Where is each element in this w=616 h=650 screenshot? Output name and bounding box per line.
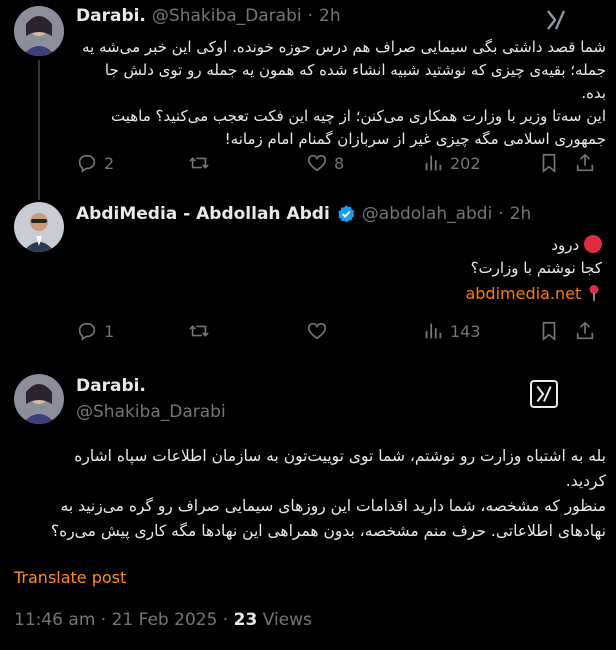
repost-icon [189,157,209,169]
repost-icon [189,325,209,337]
tweet-text: بله به اشتباه وزارت رو نوشتم، شما توی تو… [50,447,606,540]
tweet-2[interactable]: AbdiMedia - Abdollah Abdi @abdolah_abdi … [0,190,616,360]
bookmark-icon [542,153,556,174]
view-count: 202 [450,153,481,173]
tweet-text: شما قصد داشتی بگی سیمایی صراف هم درس حوز… [82,38,606,148]
avatar[interactable] [14,374,64,424]
avatar-image [14,6,64,56]
user-handle[interactable]: @abdolah_abdi [362,204,493,224]
handle-row: @Shakiba_Darabi [76,402,226,422]
post-meta: 11:46 am · 21 Feb 2025 · 23 Views [14,610,312,630]
grok-icon[interactable] [544,8,568,32]
round-pushpin-emoji [586,284,602,309]
timestamp[interactable]: 2h [510,204,532,224]
share-button[interactable] [574,320,596,342]
like-button[interactable] [306,320,328,342]
views-icon [425,323,442,339]
user-handle[interactable]: @Shakiba_Darabi [152,6,302,26]
timestamp[interactable]: 2h [319,6,341,26]
display-name-row: Darabi. [76,376,146,396]
display-name[interactable]: Darabi. [76,376,146,396]
share-icon [576,321,594,340]
views-button[interactable]: 143 [422,320,481,342]
tweet-1[interactable]: Darabi. @Shakiba_Darabi · 2h شما قصد داش… [0,0,616,200]
heart-icon [307,322,327,340]
reply-button[interactable]: 1 [76,320,114,342]
reply-count: 2 [104,153,115,173]
avatar[interactable] [14,202,64,252]
thread-connector [38,60,40,200]
reply-count: 1 [104,321,115,341]
heart-icon [307,154,327,172]
display-name[interactable]: AbdiMedia - Abdollah Abdi [76,204,330,224]
bookmark-button[interactable] [538,152,560,174]
views-label: Views [257,610,312,630]
avatar-image [14,374,64,424]
share-icon [576,153,594,172]
action-bar: 2 8 202 [76,152,596,176]
reply-button[interactable]: 2 [76,152,114,174]
like-button[interactable]: 8 [306,152,344,174]
repost-button[interactable] [188,152,210,174]
display-name[interactable]: Darabi. [76,6,146,26]
views-button[interactable]: 202 [422,152,481,174]
like-count: 8 [334,153,345,173]
reply-icon [78,154,96,173]
tweet-3-main: Darabi. @Shakiba_Darabi بله به اشتباه وز… [0,360,616,650]
external-link[interactable]: abdimedia.net [465,284,581,303]
view-count: 143 [450,321,481,341]
tweet-header: Darabi. @Shakiba_Darabi · 2h [76,6,341,26]
share-button[interactable] [574,152,596,174]
bookmark-icon [542,321,556,342]
views-icon [425,155,442,171]
action-bar: 1 143 [76,320,596,344]
avatar-image [14,202,64,252]
translate-post-link[interactable]: Translate post [14,568,126,587]
post-timestamp[interactable]: 11:46 am · 21 Feb 2025 · [14,610,234,630]
avatar[interactable] [14,6,64,56]
views-count: 23 [233,610,258,630]
tweet-header: AbdiMedia - Abdollah Abdi @abdolah_abdi … [76,204,532,224]
repost-button[interactable] [188,320,210,342]
user-handle[interactable]: @Shakiba_Darabi [76,402,226,422]
reply-icon [78,322,96,341]
verified-badge-icon [336,204,356,224]
grok-icon[interactable] [530,380,558,408]
bookmark-button[interactable] [538,320,560,342]
tweet-text: درود کجا نوشتم با وزارت؟ abdimedia.net [76,234,602,309]
red-circle-emoji [584,235,602,253]
